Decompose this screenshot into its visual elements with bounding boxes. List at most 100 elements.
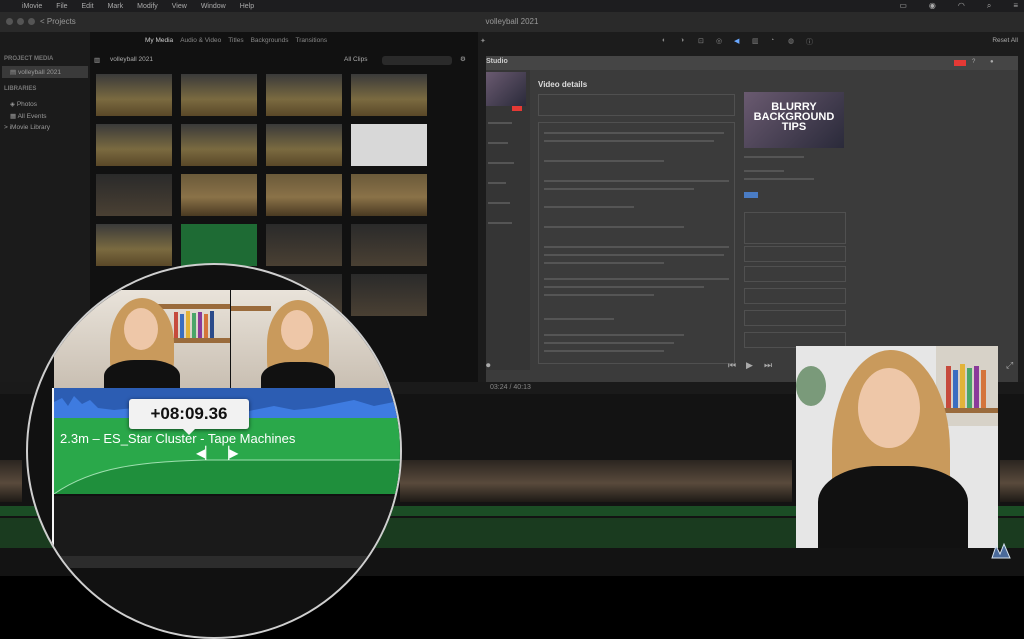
clip-thumbnail[interactable] bbox=[96, 224, 172, 266]
play-button[interactable]: ▶ bbox=[746, 360, 753, 371]
menu-window[interactable]: Window bbox=[201, 3, 226, 10]
playhead[interactable] bbox=[52, 388, 54, 554]
presenter-face bbox=[858, 368, 920, 448]
browser-tabs: My Media Audio & Video Titles Background… bbox=[145, 37, 327, 44]
webcam-overlay bbox=[796, 346, 998, 548]
camera-icon[interactable]: ▭ bbox=[899, 1, 907, 11]
clip-thumbnail[interactable] bbox=[96, 74, 172, 116]
skip-forward-button[interactable]: ⏭ bbox=[764, 360, 772, 371]
record-icon[interactable]: ◉ bbox=[929, 1, 936, 11]
clip-thumbnail[interactable] bbox=[266, 74, 342, 116]
sidebar-item-label: volleyball 2021 bbox=[17, 69, 61, 76]
clip-thumbnail[interactable] bbox=[181, 224, 257, 266]
microphone-icon[interactable]: ⏺ bbox=[486, 360, 491, 371]
sidebar-item-photos[interactable]: ◈ Photos bbox=[10, 100, 37, 108]
sidebar-toggle-icon[interactable]: ▥ bbox=[94, 56, 100, 64]
timeline-scrollbar[interactable] bbox=[54, 556, 400, 568]
magnified-video-frame[interactable] bbox=[231, 290, 400, 388]
cards-row[interactable] bbox=[744, 310, 846, 326]
magnified-video-frame[interactable] bbox=[54, 290, 230, 388]
nav-line[interactable] bbox=[488, 162, 514, 164]
control-center-icon[interactable]: ≡ bbox=[1013, 1, 1018, 11]
account-icon[interactable]: ● bbox=[990, 59, 994, 65]
clip-thumbnail[interactable] bbox=[351, 74, 427, 116]
wifi-icon[interactable]: ◠ bbox=[958, 1, 965, 11]
timeline-video-clip[interactable] bbox=[1000, 460, 1024, 502]
text-line bbox=[544, 262, 664, 264]
filter-icon[interactable]: ◍ bbox=[788, 37, 794, 45]
clip-thumbnail[interactable] bbox=[266, 124, 342, 166]
visibility-badge bbox=[744, 192, 758, 198]
sidebar-item-label: All Events bbox=[17, 113, 47, 120]
nav-line[interactable] bbox=[488, 182, 506, 184]
nav-line[interactable] bbox=[488, 122, 512, 124]
color-balance-icon[interactable]: ◐ bbox=[662, 37, 666, 44]
restrictions-row[interactable] bbox=[744, 246, 846, 262]
info-icon[interactable]: ⓘ bbox=[806, 37, 813, 47]
tab-my-media[interactable]: My Media bbox=[145, 37, 173, 44]
clip-thumbnail[interactable] bbox=[181, 124, 257, 166]
trim-right-icon[interactable]: ▕▶ bbox=[220, 446, 238, 460]
subtitles-row[interactable] bbox=[744, 266, 846, 282]
book bbox=[180, 314, 184, 338]
title-field[interactable] bbox=[538, 94, 735, 116]
book bbox=[198, 312, 202, 338]
clip-thumbnail[interactable] bbox=[181, 74, 257, 116]
visibility-dropdown[interactable] bbox=[744, 212, 846, 244]
tab-audio-video[interactable]: Audio & Video bbox=[180, 37, 221, 44]
nav-line[interactable] bbox=[488, 202, 510, 204]
menu-mark[interactable]: Mark bbox=[108, 3, 124, 10]
fullscreen-icon[interactable]: ⤢ bbox=[1006, 360, 1013, 371]
speed-icon[interactable]: ◔ bbox=[770, 37, 774, 44]
magic-wand-icon[interactable]: ✦ bbox=[480, 37, 486, 45]
trim-left-icon[interactable]: ◀▏ bbox=[196, 446, 214, 460]
tab-backgrounds[interactable]: Backgrounds bbox=[251, 37, 289, 44]
menu-edit[interactable]: Edit bbox=[82, 3, 94, 10]
tab-transitions[interactable]: Transitions bbox=[296, 37, 328, 44]
text-line bbox=[544, 350, 664, 352]
noise-reduction-icon[interactable]: ▥ bbox=[752, 37, 759, 45]
help-icon[interactable]: ? bbox=[972, 59, 975, 65]
color-correction-icon[interactable]: ◑ bbox=[680, 37, 684, 44]
clip-thumbnail[interactable] bbox=[266, 224, 342, 266]
menu-modify[interactable]: Modify bbox=[137, 3, 158, 10]
timeline-video-clip[interactable] bbox=[0, 460, 22, 502]
clip-thumbnail[interactable] bbox=[351, 124, 427, 166]
stabilization-icon[interactable]: ◎ bbox=[716, 37, 722, 45]
menu-imovie[interactable]: iMovie bbox=[22, 3, 42, 10]
reset-all-button[interactable]: Reset All bbox=[992, 37, 1018, 44]
sidebar-item-imovie-library[interactable]: > iMovie Library bbox=[4, 124, 50, 131]
tab-titles[interactable]: Titles bbox=[228, 37, 243, 44]
menu-file[interactable]: File bbox=[56, 3, 67, 10]
video-thumbnail-preview[interactable]: BLURRY BACKGROUND TIPS bbox=[744, 92, 844, 148]
sidebar-item-project[interactable]: ▤ volleyball 2021 bbox=[10, 68, 61, 76]
search-icon[interactable]: ⌕ bbox=[987, 1, 991, 11]
book bbox=[192, 313, 196, 338]
clip-thumbnail[interactable] bbox=[181, 174, 257, 216]
clip-thumbnail[interactable] bbox=[96, 174, 172, 216]
viewer-toolbar: ✦ ◐ ◑ ⊡ ◎ ◀ ▥ ◔ ◍ ⓘ Reset All bbox=[478, 37, 1024, 49]
description-field[interactable] bbox=[538, 122, 735, 364]
create-button[interactable] bbox=[954, 60, 966, 66]
nav-line[interactable] bbox=[488, 142, 508, 144]
person-body bbox=[104, 360, 180, 388]
sidebar-item-all-events[interactable]: ▦ All Events bbox=[10, 112, 47, 120]
presenter-body bbox=[818, 466, 968, 548]
clip-thumbnail[interactable] bbox=[351, 174, 427, 216]
volume-icon[interactable]: ◀ bbox=[734, 37, 739, 45]
search-input[interactable] bbox=[382, 56, 452, 65]
timeline-video-clip[interactable] bbox=[400, 460, 792, 502]
settings-icon[interactable]: ⚙ bbox=[460, 55, 466, 63]
browser-title: volleyball 2021 bbox=[110, 56, 154, 63]
nav-line[interactable] bbox=[488, 222, 512, 224]
menu-help[interactable]: Help bbox=[240, 3, 254, 10]
clip-thumbnail[interactable] bbox=[96, 124, 172, 166]
skip-back-button[interactable]: ⏮ bbox=[728, 360, 736, 371]
clip-thumbnail[interactable] bbox=[266, 174, 342, 216]
end-screen-row[interactable] bbox=[744, 288, 846, 304]
menu-view[interactable]: View bbox=[172, 3, 187, 10]
crop-icon[interactable]: ⊡ bbox=[698, 37, 704, 45]
clip-thumbnail[interactable] bbox=[351, 224, 427, 266]
text-line bbox=[544, 278, 729, 280]
clip-filter-dropdown[interactable]: All Clips bbox=[344, 56, 367, 63]
